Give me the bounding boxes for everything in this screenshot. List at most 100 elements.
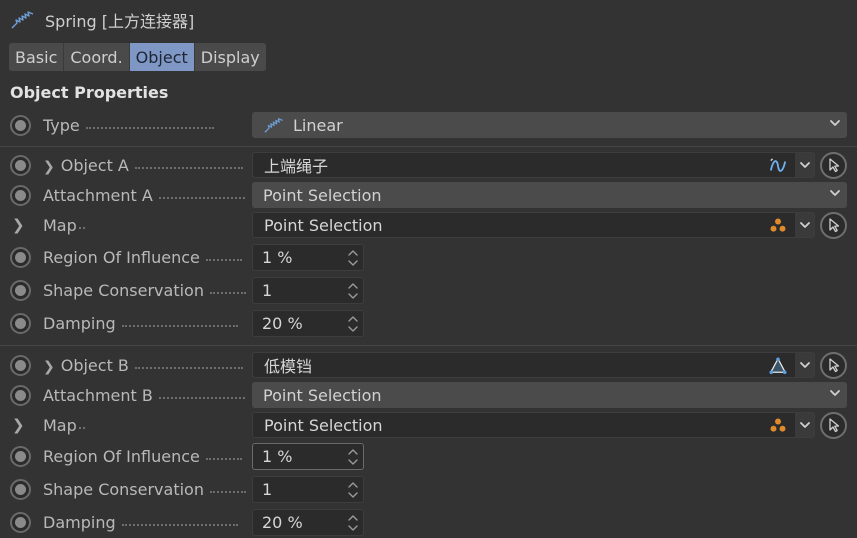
shape-b-input[interactable]: 1 [252, 475, 364, 503]
shape-b-label: Shape Conservation [43, 480, 246, 499]
region-b-label: Region Of Influence [43, 447, 242, 466]
chevron-down-icon [829, 187, 841, 199]
damping-b-label: Damping [43, 513, 238, 532]
shape-a-input[interactable]: 1 [252, 276, 364, 304]
chevron-right-icon[interactable]: ❯ [12, 416, 25, 434]
chevron-right-icon[interactable]: ❯ [43, 359, 55, 375]
region-b-value: 1 % [262, 446, 293, 466]
shape-b-row: Shape Conservation 1 [0, 475, 857, 503]
stepper-icon[interactable] [347, 249, 359, 267]
type-row: Type Linear [0, 111, 857, 139]
attachment-a-row: Attachment A Point Selection [0, 181, 857, 209]
region-a-label: Region Of Influence [43, 248, 242, 267]
attachment-b-label: Attachment B [43, 386, 245, 405]
map-a-value: Point Selection [264, 215, 383, 235]
map-b-link-field[interactable]: Point Selection [252, 412, 815, 438]
pick-map-button[interactable] [820, 411, 847, 439]
map-a-link-field[interactable]: Point Selection [252, 212, 815, 238]
animate-toggle[interactable] [10, 279, 31, 301]
pick-object-button[interactable] [820, 151, 847, 179]
animate-toggle[interactable] [10, 246, 31, 268]
divider [0, 345, 857, 346]
animate-toggle[interactable] [10, 184, 31, 206]
damping-b-row: Damping 20 % [0, 508, 857, 536]
stepper-icon[interactable] [347, 481, 359, 499]
stepper-icon[interactable] [347, 315, 359, 333]
region-a-input[interactable]: 1 % [252, 243, 364, 271]
pick-map-button[interactable] [820, 211, 847, 239]
chevron-down-icon[interactable] [794, 353, 814, 377]
spring-icon [264, 117, 286, 134]
animate-toggle[interactable] [10, 114, 31, 136]
region-a-row: Region Of Influence 1 % [0, 243, 857, 271]
attachment-b-row: Attachment B Point Selection [0, 381, 857, 409]
map-a-row: ❯ Map Point Selection [0, 211, 857, 239]
damping-b-value: 20 % [262, 512, 303, 532]
polygon-object-icon [768, 356, 788, 376]
pointer-icon [826, 417, 842, 433]
object-a-link-field[interactable]: 上端绳子 [252, 152, 815, 178]
attachment-b-value: Point Selection [263, 385, 382, 405]
point-selection-icon [768, 416, 788, 436]
title-bar: Spring [上方连接器] [0, 0, 857, 40]
region-a-value: 1 % [262, 247, 293, 267]
attachment-a-dropdown[interactable]: Point Selection [252, 182, 847, 208]
chevron-down-icon [829, 387, 841, 399]
divider [0, 146, 857, 147]
chevron-down-icon[interactable] [794, 213, 814, 237]
object-a-row: ❯ Object A 上端绳子 [0, 151, 857, 179]
section-title: Object Properties [10, 83, 169, 102]
shape-b-value: 1 [262, 479, 273, 499]
animate-toggle[interactable] [10, 511, 31, 533]
animate-toggle[interactable] [10, 478, 31, 500]
damping-b-input[interactable]: 20 % [252, 508, 364, 536]
object-a-value: 上端绳子 [264, 157, 329, 176]
stepper-icon[interactable] [347, 282, 359, 300]
window-title: Spring [上方连接器] [45, 12, 195, 31]
stepper-icon[interactable] [347, 448, 359, 466]
map-a-label: Map [43, 216, 85, 235]
chevron-down-icon[interactable] [794, 153, 814, 177]
attachment-a-value: Point Selection [263, 185, 382, 205]
attachment-b-dropdown[interactable]: Point Selection [252, 382, 847, 408]
tab-display[interactable]: Display [194, 43, 266, 71]
map-b-row: ❯ Map Point Selection [0, 411, 857, 439]
animate-toggle[interactable] [10, 445, 31, 467]
pointer-icon [826, 157, 842, 173]
animate-toggle[interactable] [10, 154, 31, 176]
map-b-value: Point Selection [264, 415, 383, 435]
attachment-a-label: Attachment A [43, 186, 245, 205]
chevron-right-icon[interactable]: ❯ [12, 216, 25, 234]
animate-toggle[interactable] [10, 354, 31, 376]
animate-toggle[interactable] [10, 384, 31, 406]
tab-bar: Basic Coord. Object Display [9, 43, 266, 71]
animate-toggle[interactable] [10, 312, 31, 334]
shape-a-value: 1 [262, 280, 273, 300]
spline-icon [768, 156, 788, 176]
object-a-label: ❯ Object A [43, 156, 243, 175]
tab-basic[interactable]: Basic [9, 43, 65, 71]
type-value: Linear [293, 115, 343, 135]
damping-a-input[interactable]: 20 % [252, 309, 364, 337]
type-dropdown[interactable]: Linear [252, 112, 847, 138]
object-b-label: ❯ Object B [43, 356, 243, 375]
pick-object-button[interactable] [820, 351, 847, 379]
region-b-row: Region Of Influence 1 % [0, 442, 857, 470]
shape-a-label: Shape Conservation [43, 281, 246, 300]
damping-a-label: Damping [43, 314, 238, 333]
object-b-row: ❯ Object B 低模铛 [0, 351, 857, 379]
pointer-icon [826, 217, 842, 233]
type-label: Type [43, 116, 214, 135]
stepper-icon[interactable] [347, 514, 359, 532]
shape-a-row: Shape Conservation 1 [0, 276, 857, 304]
damping-a-row: Damping 20 % [0, 309, 857, 337]
chevron-down-icon [829, 117, 841, 129]
tab-coord[interactable]: Coord. [64, 43, 130, 71]
object-b-value: 低模铛 [264, 357, 313, 376]
point-selection-icon [768, 216, 788, 236]
chevron-right-icon[interactable]: ❯ [43, 159, 55, 175]
object-b-link-field[interactable]: 低模铛 [252, 352, 815, 378]
tab-object[interactable]: Object [129, 43, 195, 71]
region-b-input[interactable]: 1 % [252, 442, 364, 470]
chevron-down-icon[interactable] [794, 413, 814, 437]
